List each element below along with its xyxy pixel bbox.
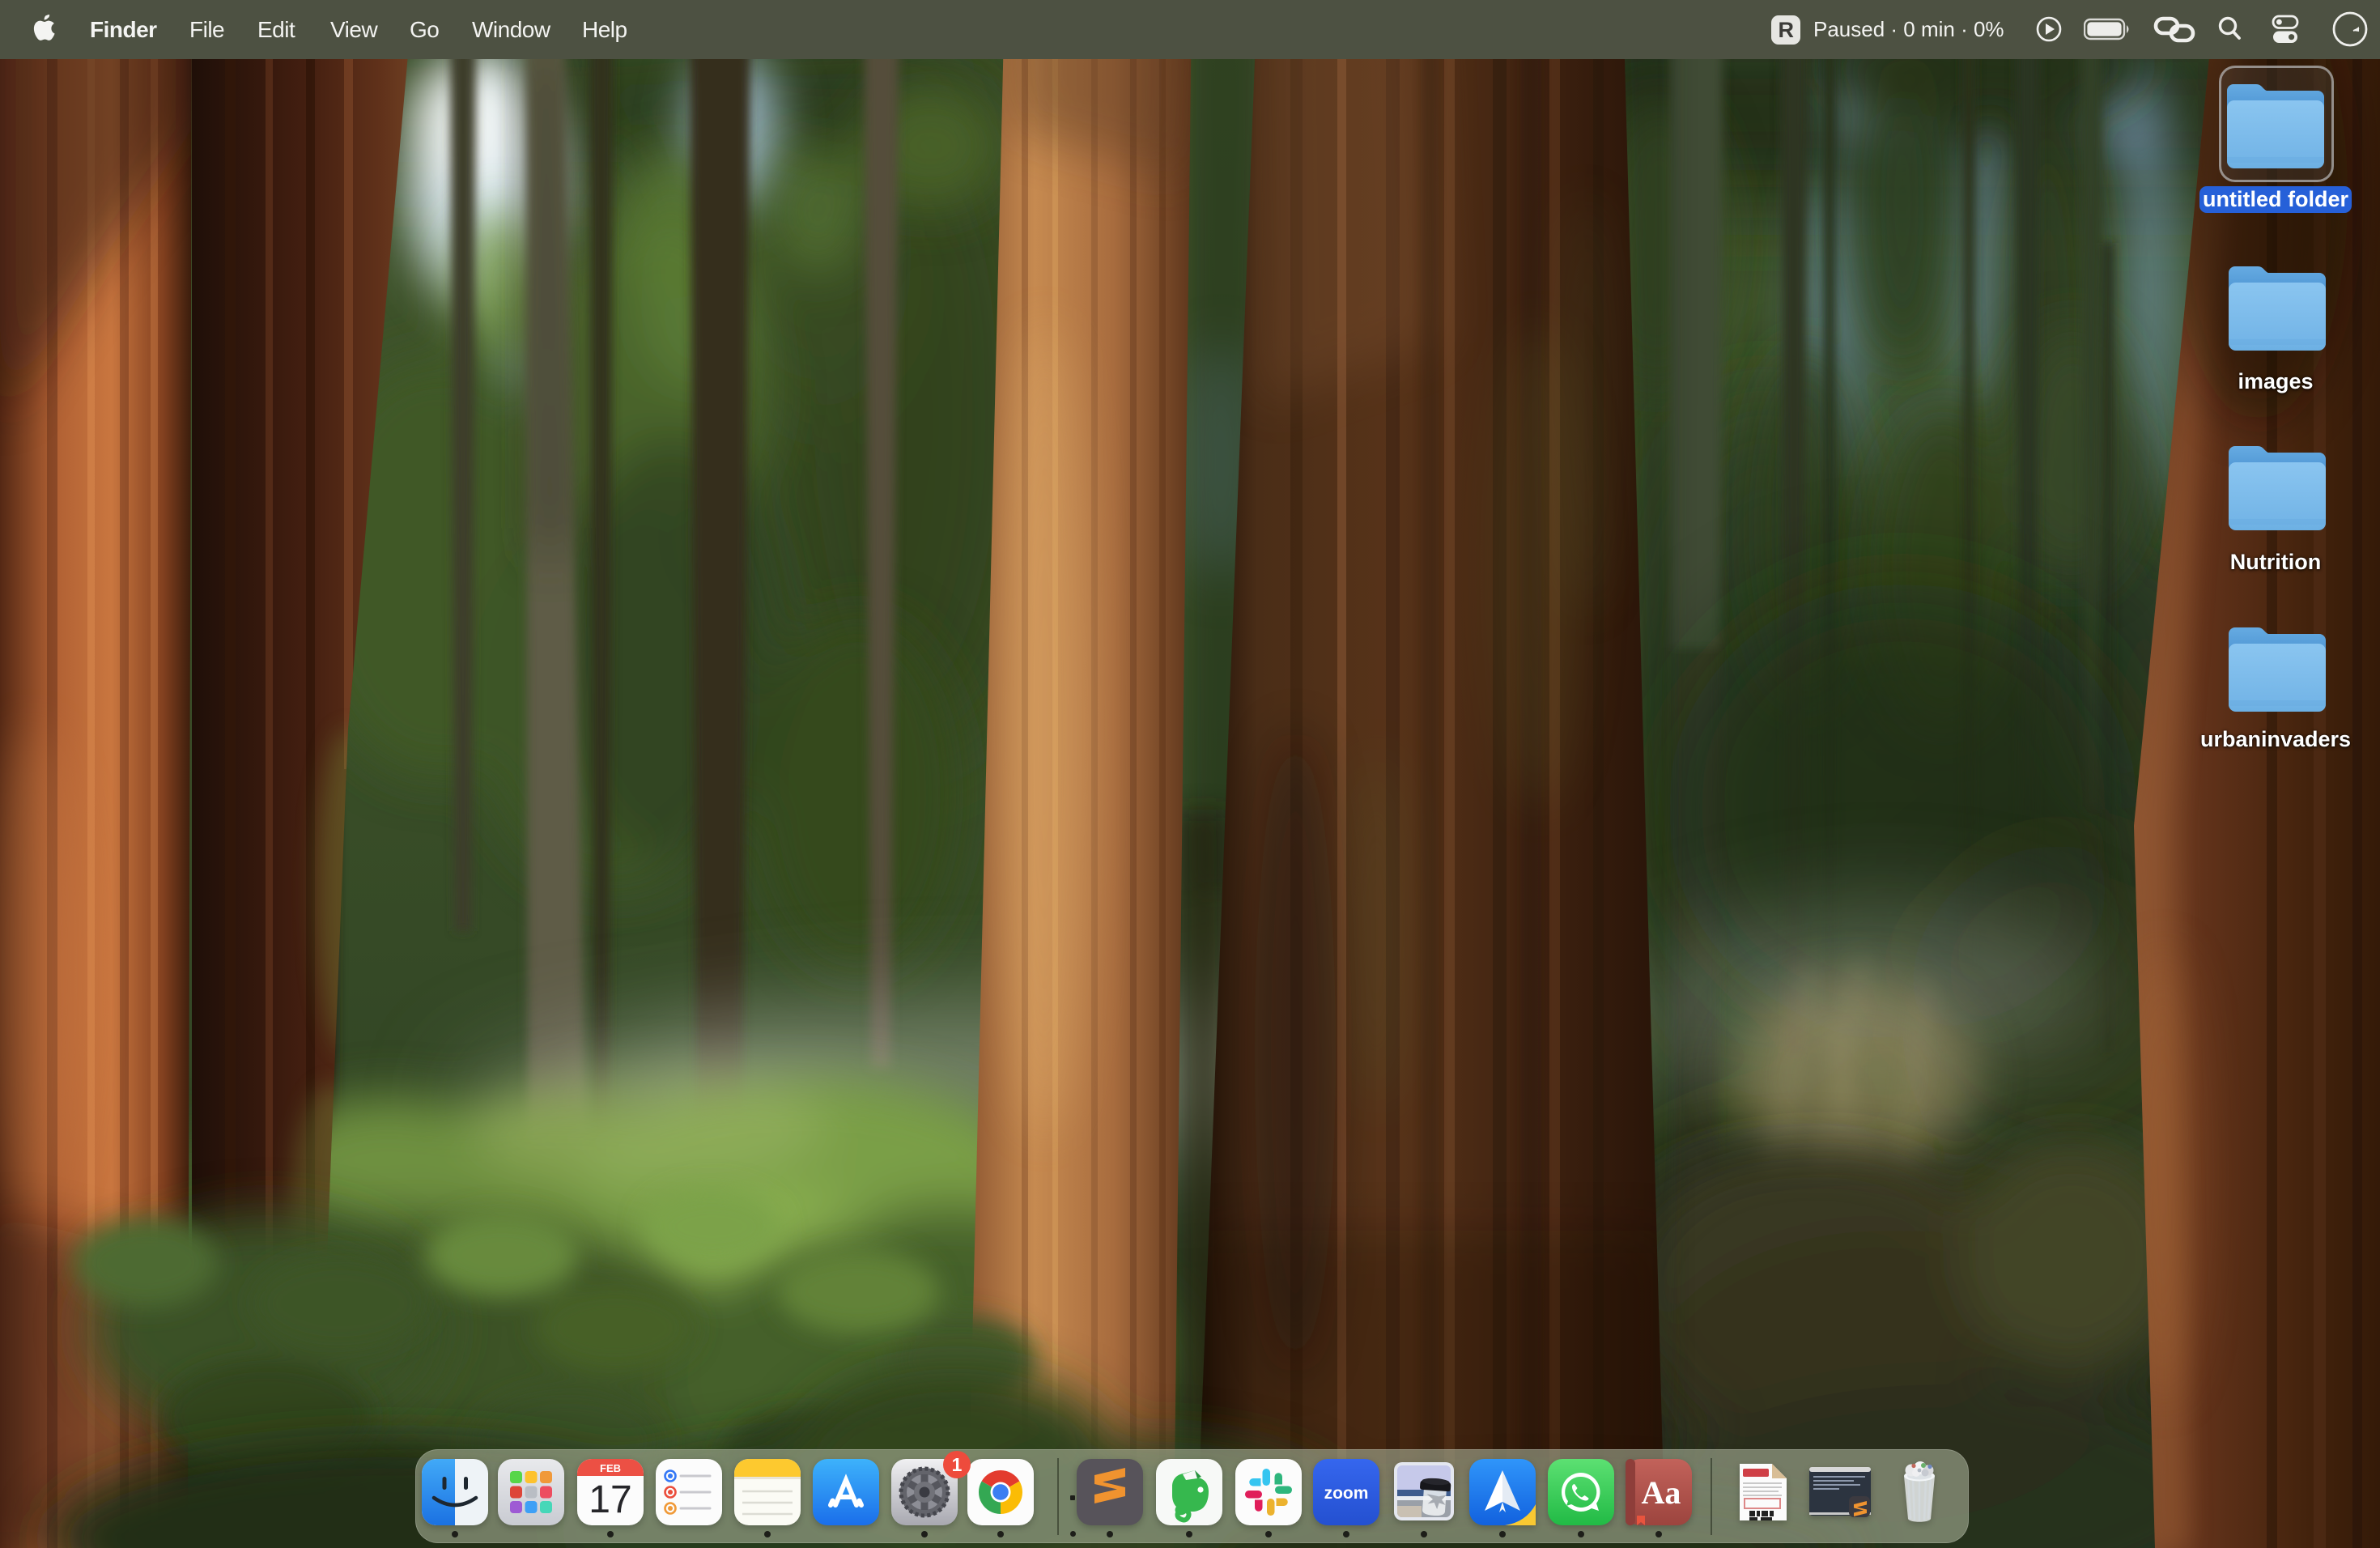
svg-text:Aa: Aa xyxy=(1642,1474,1681,1511)
svg-text:FEB: FEB xyxy=(600,1462,621,1474)
svg-text:zoom: zoom xyxy=(1324,1484,1369,1503)
svg-text:17: 17 xyxy=(589,1478,631,1521)
